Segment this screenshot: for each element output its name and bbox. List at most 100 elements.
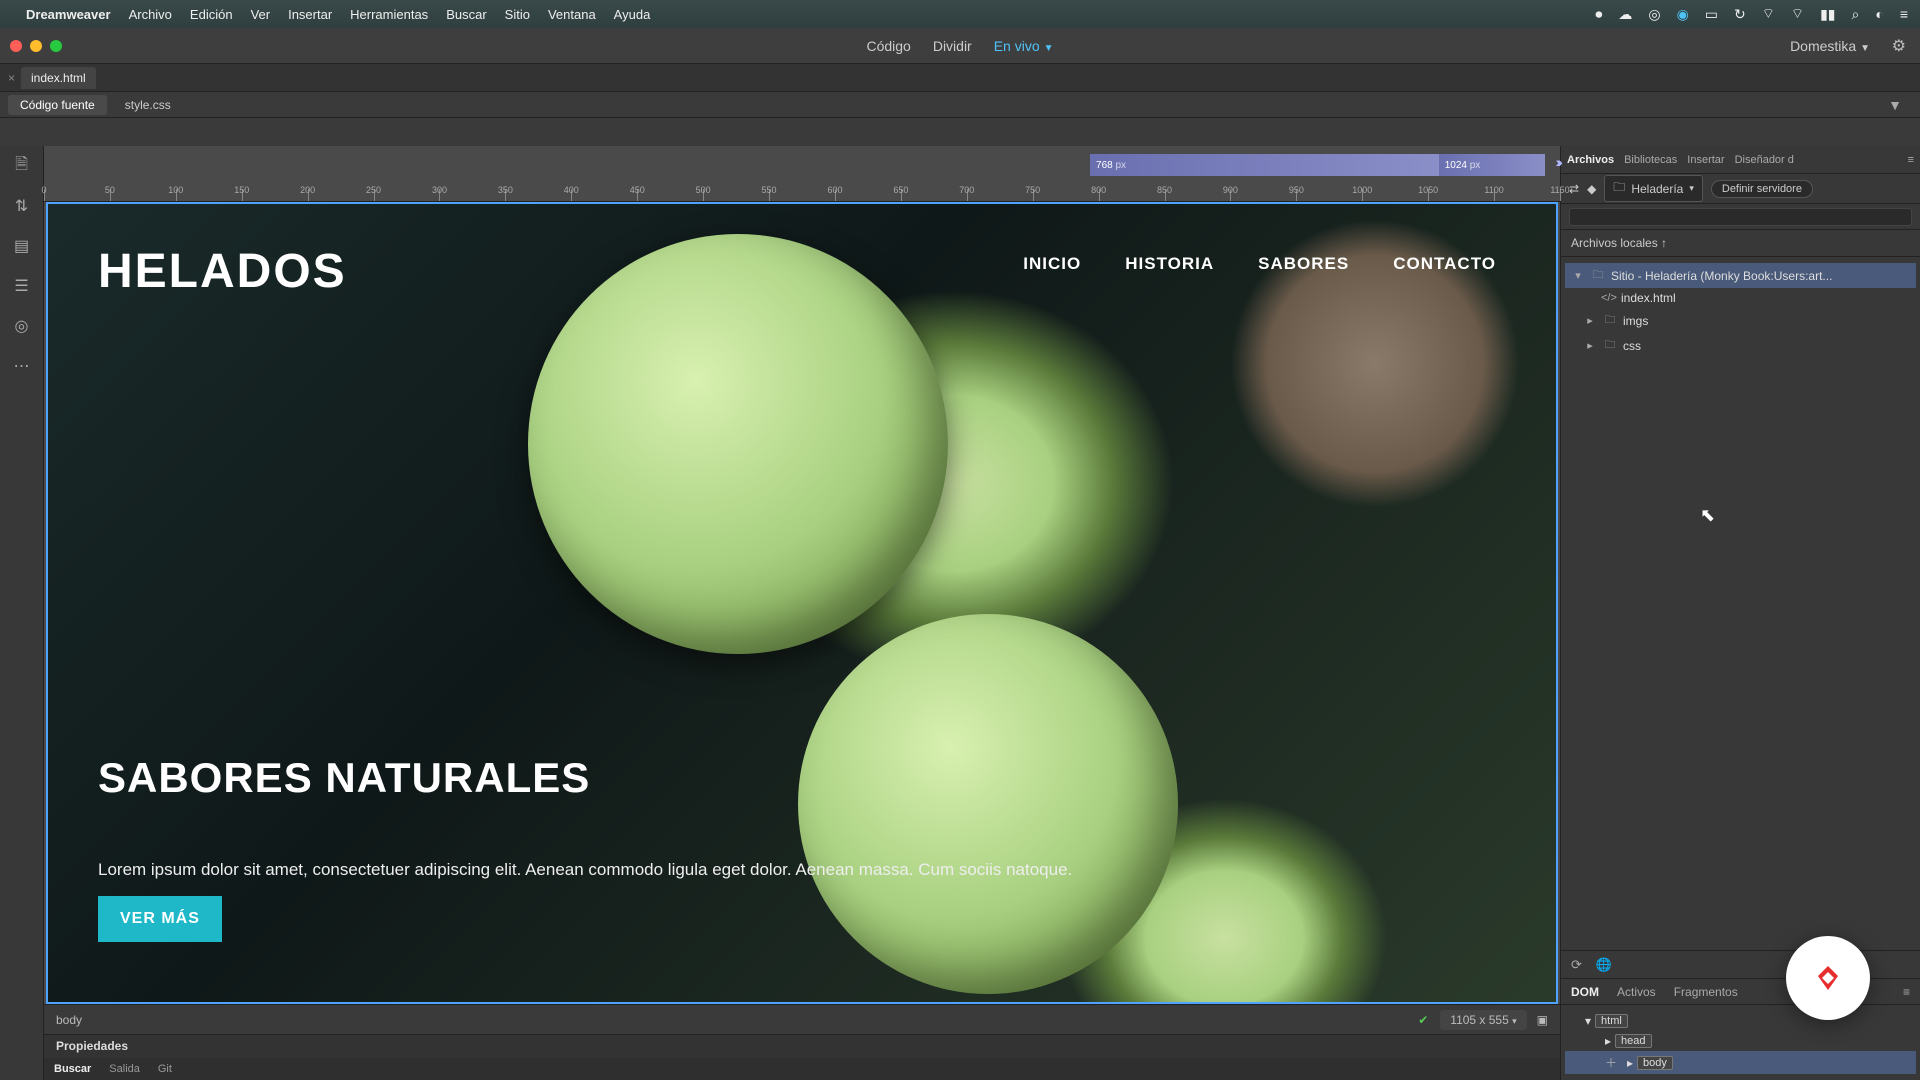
breadcrumb[interactable]: body <box>56 1013 82 1027</box>
add-node-icon[interactable]: ＋ <box>1605 1054 1617 1071</box>
zoom-window-button[interactable] <box>50 40 62 52</box>
close-tab-icon[interactable]: × <box>8 71 15 85</box>
status-ok-icon[interactable]: ✔ <box>1418 1013 1428 1027</box>
dom-node-head[interactable]: ▸head <box>1565 1031 1916 1051</box>
sort-arrow-icon[interactable]: ↑ <box>1661 236 1667 250</box>
nav-sabores[interactable]: SABORES <box>1258 254 1349 274</box>
domestika-logo-icon <box>1808 958 1848 998</box>
file-tree-item[interactable]: </>index.html <box>1565 288 1916 308</box>
view-live[interactable]: En vivo▼ <box>994 38 1054 54</box>
file-tree-item[interactable]: ▸🗀css <box>1565 333 1916 358</box>
files-search-input[interactable] <box>1569 208 1912 226</box>
file-tab-index[interactable]: index.html <box>21 67 96 89</box>
control-center-icon[interactable]: ≡ <box>1900 6 1908 22</box>
dom-tab-dom[interactable]: DOM <box>1571 985 1599 999</box>
filter-icon[interactable]: ▼ <box>1888 97 1912 113</box>
close-window-button[interactable] <box>10 40 22 52</box>
menu-ayuda[interactable]: Ayuda <box>614 7 651 22</box>
timemachine-icon[interactable]: ↻ <box>1734 6 1746 23</box>
define-server-button[interactable]: Definir servidore <box>1711 180 1813 198</box>
hero-content: HELADOS INICIO HISTORIA SABORES CONTACTO… <box>48 204 1556 1002</box>
breakpoint-segment[interactable]: 768 px››››› <box>1090 154 1439 176</box>
minimize-window-button[interactable] <box>30 40 42 52</box>
properties-panel-header[interactable]: Propiedades <box>44 1034 1560 1058</box>
subtab-stylecss[interactable]: style.css <box>113 95 183 115</box>
sync-files-icon[interactable]: ◆ <box>1587 182 1596 196</box>
files-empty-area <box>1561 364 1920 950</box>
more-icon[interactable]: ⋯ <box>12 356 32 376</box>
viewport-dimensions[interactable]: 1105 x 555 ▾ <box>1440 1010 1526 1030</box>
html-file-icon: </> <box>1601 292 1615 304</box>
chevron-down-icon: ▾ <box>1512 1016 1517 1026</box>
panel-tab-archivos[interactable]: Archivos <box>1567 154 1614 166</box>
menu-ver[interactable]: Ver <box>251 7 271 22</box>
panel-tab-disenador[interactable]: Diseñador d <box>1735 154 1794 166</box>
chevron-down-icon: ▼ <box>1044 43 1054 54</box>
menu-sitio[interactable]: Sitio <box>505 7 530 22</box>
nav-inicio[interactable]: INICIO <box>1023 254 1081 274</box>
cc-icon[interactable]: ◎ <box>1648 6 1660 23</box>
device-preview-icon[interactable]: ▣ <box>1537 1013 1548 1027</box>
menu-ventana[interactable]: Ventana <box>548 7 596 22</box>
target-icon[interactable]: ◎ <box>12 316 32 336</box>
ftp-icon[interactable]: ⇄ <box>1569 182 1579 196</box>
view-split[interactable]: Dividir <box>933 38 972 54</box>
user-icon[interactable]: ◐ <box>1875 6 1883 22</box>
titlebar: Código Dividir En vivo▼ Domestika ▼ ⚙ <box>0 28 1920 64</box>
bottom-tab-buscar[interactable]: Buscar <box>54 1063 91 1075</box>
sync-icon[interactable]: ◉ <box>1677 6 1689 23</box>
panel-tabs: Archivos Bibliotecas Insertar Diseñador … <box>1561 146 1920 174</box>
dom-tab-fragmentos[interactable]: Fragmentos <box>1674 985 1738 999</box>
bottom-tab-git[interactable]: Git <box>158 1063 172 1075</box>
domestika-badge <box>1786 936 1870 1020</box>
bottom-tab-salida[interactable]: Salida <box>109 1063 140 1075</box>
subtab-source[interactable]: Código fuente <box>8 95 107 115</box>
menu-insertar[interactable]: Insertar <box>288 7 332 22</box>
chevron-down-icon: ▾ <box>1585 1014 1591 1028</box>
file-tree-root[interactable]: ▾🗀Sitio - Heladería (Monky Book:Users:ar… <box>1565 263 1916 288</box>
files-toolbar: ⇄ ◆ 🗀 Heladería ▾ Definir servidore <box>1561 174 1920 204</box>
wifi-icon[interactable]: ⌔ <box>1791 5 1804 23</box>
file-manage-icon[interactable]: 🗎 <box>12 156 32 176</box>
file-tree-item[interactable]: ▸🗀imgs <box>1565 308 1916 333</box>
menubar-right: ⏺ ☁ ◎ ◉ ▭ ↻ ⌔ ⌔ ▮▮ ⌕ ◐ ≡ <box>1595 5 1908 23</box>
spotlight-icon[interactable]: ⌕ <box>1852 6 1860 23</box>
menu-herramientas[interactable]: Herramientas <box>350 7 428 22</box>
view-switcher: Código Dividir En vivo▼ <box>866 38 1053 54</box>
traffic-lights <box>10 40 62 52</box>
chevron-down-icon: ▾ <box>1571 269 1585 282</box>
globe-icon[interactable]: 🌐 <box>1596 957 1612 973</box>
menu-archivo[interactable]: Archivo <box>129 7 172 22</box>
panel-menu-icon[interactable]: ≡ <box>1908 154 1914 166</box>
site-select[interactable]: 🗀 Heladería ▾ <box>1604 175 1703 202</box>
menu-buscar[interactable]: Buscar <box>446 7 486 22</box>
breakpoint-segment[interactable]: 1024 px››››› <box>1439 154 1545 176</box>
nav-historia[interactable]: HISTORIA <box>1125 254 1214 274</box>
folder-icon: 🗀 <box>1591 266 1605 285</box>
dom-node-html[interactable]: ▾html <box>1565 1011 1916 1031</box>
hero-cta-button[interactable]: VER MÁS <box>98 896 222 942</box>
battery-icon[interactable]: ▮▮ <box>1820 6 1835 23</box>
app-name[interactable]: Dreamweaver <box>26 7 111 22</box>
display-icon[interactable]: ▭ <box>1705 6 1718 23</box>
nav-contacto[interactable]: CONTACTO <box>1393 254 1496 274</box>
bottom-tabs: Buscar Salida Git <box>44 1058 1560 1080</box>
panel-menu-icon[interactable]: ≡ <box>1903 985 1910 999</box>
cloud-icon[interactable]: ☁ <box>1618 6 1632 23</box>
bluetooth-icon[interactable]: ⌔ <box>1762 5 1775 23</box>
expand-icon[interactable]: ⇅ <box>12 196 32 216</box>
panel-tab-insertar[interactable]: Insertar <box>1687 154 1724 166</box>
live-preview[interactable]: HELADOS INICIO HISTORIA SABORES CONTACTO… <box>46 202 1558 1004</box>
record-icon[interactable]: ⏺ <box>1595 6 1602 23</box>
settings-gear-icon[interactable]: ⚙ <box>1892 36 1906 56</box>
dom-node-body[interactable]: ＋▸body <box>1565 1051 1916 1074</box>
css-designer-icon[interactable]: ▤ <box>12 236 32 256</box>
view-code[interactable]: Código <box>866 38 910 54</box>
dom-tab-activos[interactable]: Activos <box>1617 985 1656 999</box>
refresh-icon[interactable]: ⟳ <box>1571 957 1582 973</box>
panel-tab-bibliotecas[interactable]: Bibliotecas <box>1624 154 1677 166</box>
related-files-bar: Código fuente style.css ▼ <box>0 92 1920 118</box>
workspace-switcher[interactable]: Domestika ▼ <box>1790 38 1870 54</box>
menu-edicion[interactable]: Edición <box>190 7 233 22</box>
list-icon[interactable]: ☰ <box>12 276 32 296</box>
